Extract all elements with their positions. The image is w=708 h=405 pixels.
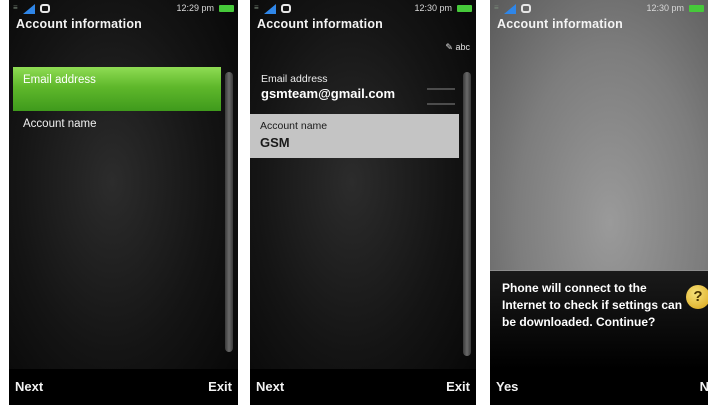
page-title: Account information (257, 17, 384, 31)
page-title: Account information (497, 17, 624, 31)
status-bar: ≡ 12:30 pm (490, 0, 708, 18)
status-bar: ≡ 12:29 pm (9, 0, 238, 18)
input-mode-indicator: ✎ abc (445, 42, 470, 53)
battery-icon (219, 5, 234, 12)
network-signal-icon (504, 4, 516, 14)
status-time: 12:30 pm (414, 3, 452, 13)
next-button[interactable]: Next (15, 379, 43, 394)
phone-screen-account-list: ≡ 12:29 pm Account information Email add… (9, 0, 238, 405)
exit-button[interactable]: Exit (208, 379, 232, 394)
network-signal-icon (23, 4, 35, 14)
softkey-bar: Next Exit (9, 369, 238, 405)
account-name-field[interactable]: GSM (260, 135, 290, 150)
phone-screen-confirm-dialog: ≡ 12:30 pm Account information Phone wil… (490, 0, 708, 405)
list-item-email-address[interactable]: Email address (13, 67, 221, 111)
exit-button[interactable]: Exit (446, 379, 470, 394)
status-bar: ≡ 12:30 pm (250, 0, 476, 18)
softkey-bar: Yes No (490, 369, 708, 405)
status-time: 12:30 pm (646, 3, 684, 13)
next-button[interactable]: Next (256, 379, 284, 394)
email-field[interactable]: gsmteam@gmail.com (261, 86, 429, 101)
list-item-label: Email address (23, 74, 96, 86)
data-connection-icon (281, 4, 291, 13)
list-item-account-name[interactable]: Account name (13, 111, 221, 155)
signal-strength-icon: ≡ (13, 3, 18, 12)
softkey-bar: Next Exit (250, 369, 476, 405)
status-time: 12:29 pm (176, 3, 214, 13)
yes-button[interactable]: Yes (496, 379, 518, 394)
signal-strength-icon: ≡ (254, 3, 259, 12)
signal-strength-icon: ≡ (494, 3, 499, 12)
list-item-label: Account name (23, 118, 97, 130)
scrollbar[interactable] (463, 72, 471, 356)
battery-icon (689, 5, 704, 12)
pen-icon: ✎ (445, 42, 453, 52)
email-field-label: Email address (261, 73, 328, 85)
page-title: Account information (16, 17, 143, 31)
input-mode-label: abc (455, 42, 470, 52)
no-button[interactable]: No (700, 379, 708, 394)
battery-icon (457, 5, 472, 12)
help-icon: ? (686, 285, 708, 309)
data-connection-icon (521, 4, 531, 13)
account-name-field-label: Account name (260, 120, 328, 132)
text-cursor (427, 88, 455, 105)
phone-screen-account-form: ≡ 12:30 pm Account information ✎ abc Ema… (250, 0, 476, 405)
dialog-message: Phone will connect to the Internet to ch… (502, 281, 683, 329)
data-connection-icon (40, 4, 50, 13)
scrollbar[interactable] (225, 72, 233, 352)
network-signal-icon (264, 4, 276, 14)
